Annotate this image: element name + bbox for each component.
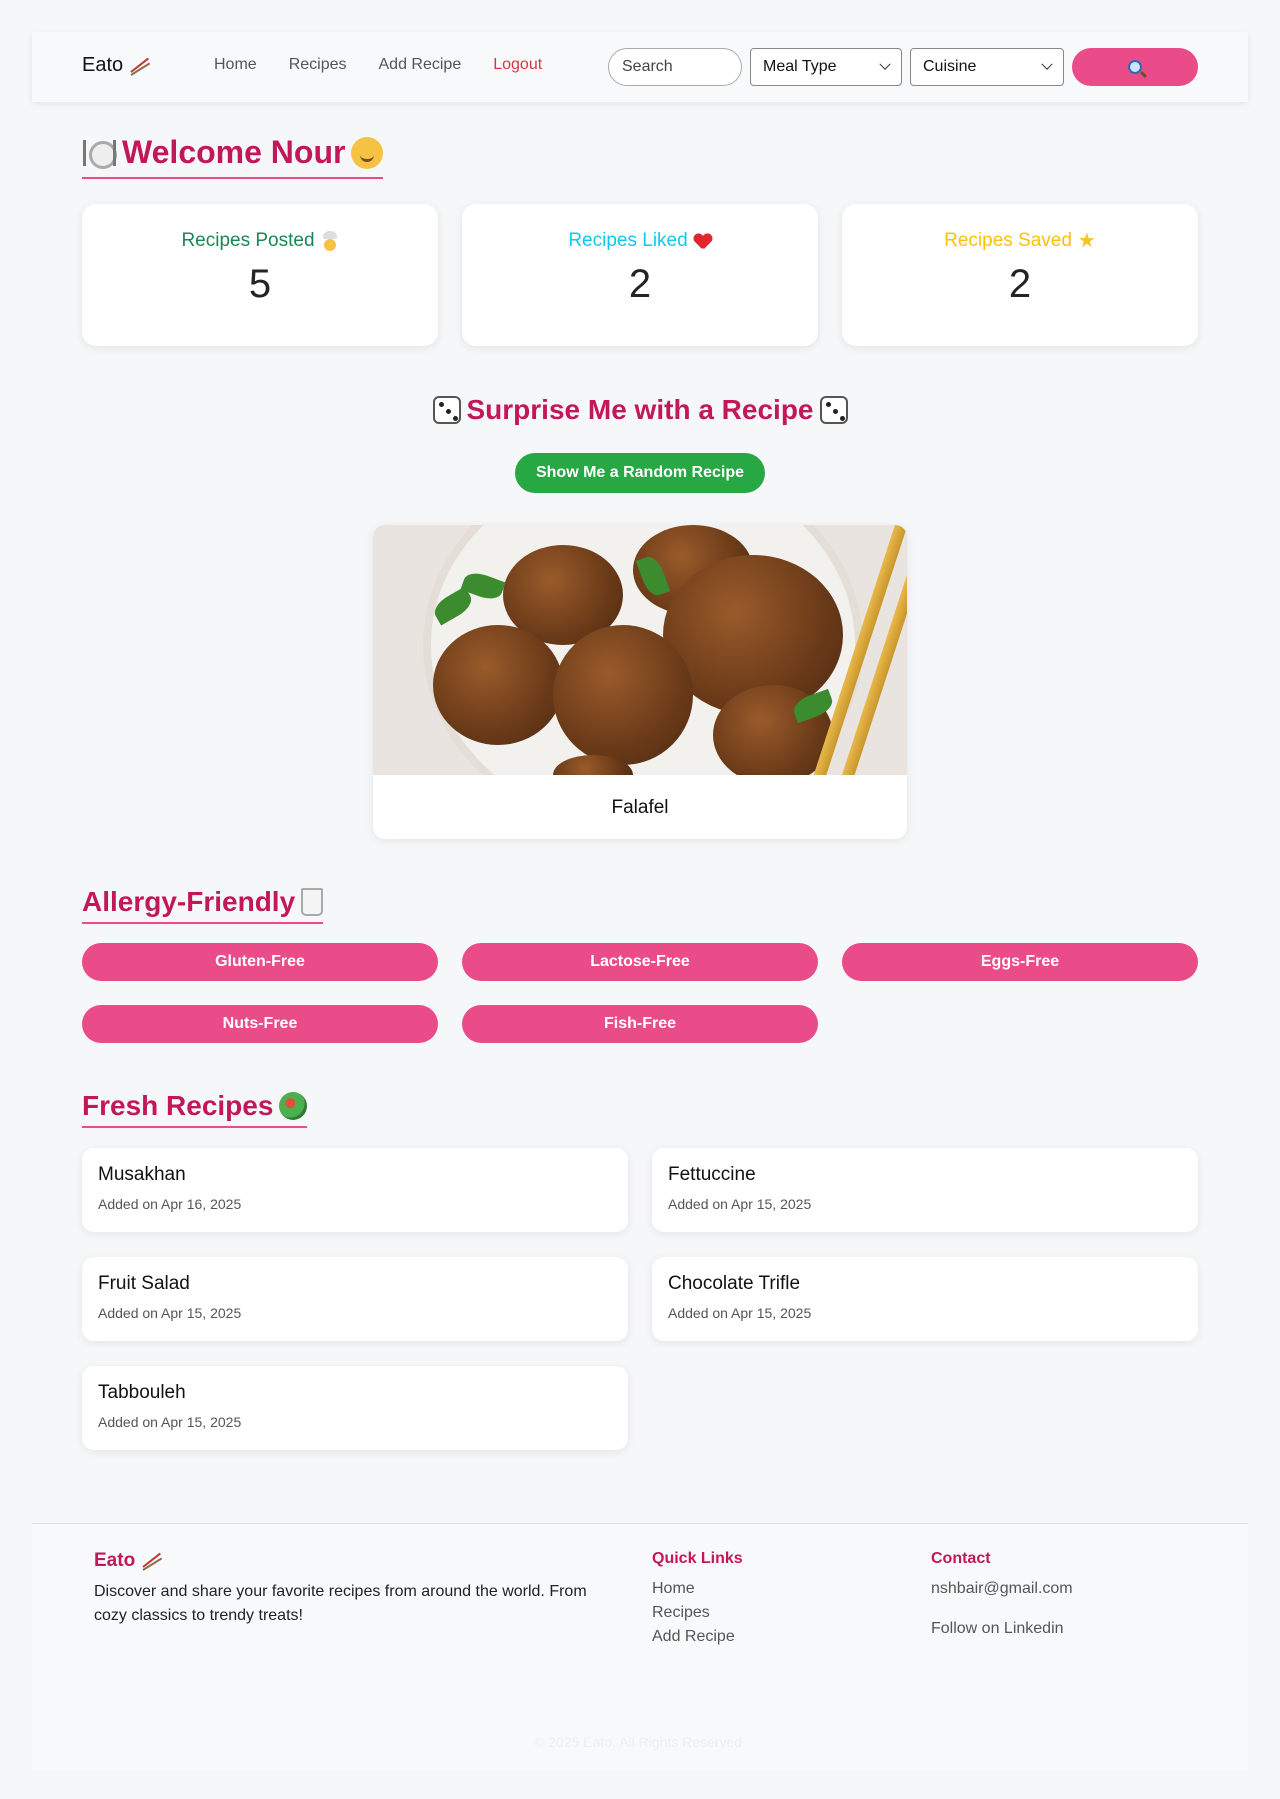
quick-links-heading: Quick Links	[652, 1550, 743, 1567]
allergy-pill-nuts-free[interactable]: Nuts-Free	[82, 1005, 438, 1043]
search-button[interactable]	[1072, 48, 1198, 86]
allergy-heading-text: Allergy-Friendly	[82, 886, 296, 917]
fresh-recipe-card[interactable]: Chocolate Trifle Added on Apr 15, 2025	[652, 1257, 1198, 1341]
linkedin-link[interactable]: Follow on Linkedin	[931, 1620, 1064, 1638]
cuisine-select[interactable]: Cuisine	[910, 48, 1064, 86]
recipe-date: Added on Apr 16, 2025	[98, 1196, 242, 1212]
meal-type-select[interactable]: Meal Type	[750, 48, 902, 86]
random-recipe-button[interactable]: Show Me a Random Recipe	[515, 453, 765, 493]
contact-heading: Contact	[931, 1550, 991, 1567]
contact-email[interactable]: nshbair@gmail.com	[931, 1580, 1073, 1598]
recipe-date: Added on Apr 15, 2025	[98, 1414, 242, 1430]
footer-brand: Eato	[94, 1550, 163, 1572]
footer: Eato Discover and share your favorite re…	[32, 1523, 1248, 1769]
fresh-recipe-card[interactable]: Tabbouleh Added on Apr 15, 2025	[82, 1366, 628, 1450]
footer-link-recipes[interactable]: Recipes	[652, 1604, 710, 1622]
plate-cutlery-icon	[82, 138, 117, 169]
random-recipe-card[interactable]: Falafel	[373, 525, 907, 839]
star-icon: ★	[1077, 230, 1096, 252]
nav-link-home[interactable]: Home	[214, 56, 257, 74]
fresh-recipes-heading: Fresh Recipes	[82, 1090, 308, 1128]
dice-icon	[819, 396, 848, 424]
recipe-name: Fettuccine	[668, 1164, 756, 1185]
stat-card-posted: Recipes Posted 5	[82, 204, 438, 346]
search-input[interactable]	[608, 48, 742, 86]
stat-label: Recipes Posted	[181, 230, 315, 251]
allergy-heading: Allergy-Friendly	[82, 886, 324, 924]
random-recipe-title: Falafel	[611, 797, 669, 818]
allergy-pill-lactose-free[interactable]: Lactose-Free	[462, 943, 818, 981]
fresh-recipe-card[interactable]: Fruit Salad Added on Apr 15, 2025	[82, 1257, 628, 1341]
footer-description: Discover and share your favorite recipes…	[94, 1583, 587, 1624]
brand-name: Eato	[82, 54, 124, 76]
footer-link-add-recipe[interactable]: Add Recipe	[652, 1628, 735, 1646]
welcome-text: Welcome Nour	[122, 134, 346, 170]
recipe-name: Fruit Salad	[98, 1273, 190, 1294]
allergy-pill-eggs-free[interactable]: Eggs-Free	[842, 943, 1198, 981]
salad-icon	[279, 1092, 308, 1120]
copyright: © 2025 Eato. All Rights Reserved.	[534, 1734, 746, 1750]
nav-link-logout[interactable]: Logout	[493, 56, 542, 74]
dice-icon	[432, 396, 461, 424]
milk-glass-icon	[301, 888, 324, 916]
meal-type-value: Meal Type	[763, 58, 837, 75]
surprise-text: Surprise Me with a Recipe	[466, 394, 814, 425]
fresh-heading-text: Fresh Recipes	[82, 1090, 274, 1121]
recipe-date: Added on Apr 15, 2025	[98, 1305, 242, 1321]
chopsticks-icon	[141, 1551, 163, 1571]
stat-card-saved: Recipes Saved ★ 2	[842, 204, 1198, 346]
footer-brand-name: Eato	[94, 1550, 136, 1571]
brand-logo[interactable]: Eato	[82, 54, 151, 77]
nav-link-add-recipe[interactable]: Add Recipe	[379, 56, 462, 74]
stat-value: 2	[1008, 262, 1032, 306]
welcome-heading: Welcome Nour	[82, 134, 384, 179]
recipe-name: Musakhan	[98, 1164, 186, 1185]
footer-link-home[interactable]: Home	[652, 1580, 695, 1598]
recipe-date: Added on Apr 15, 2025	[668, 1305, 812, 1321]
falafel-image	[373, 525, 907, 775]
recipe-name: Chocolate Trifle	[668, 1273, 801, 1294]
nav-link-recipes[interactable]: Recipes	[289, 56, 347, 74]
stat-card-liked: Recipes Liked 2	[462, 204, 818, 346]
stat-label: Recipes Liked	[568, 230, 688, 251]
chevron-down-icon	[879, 58, 891, 70]
fresh-recipe-card[interactable]: Musakhan Added on Apr 16, 2025	[82, 1148, 628, 1232]
stat-value: 2	[628, 262, 652, 306]
recipe-name: Tabbouleh	[98, 1382, 186, 1403]
allergy-pill-gluten-free[interactable]: Gluten-Free	[82, 943, 438, 981]
navbar: Eato Home Recipes Add Recipe Logout Meal…	[32, 32, 1248, 102]
allergy-pill-fish-free[interactable]: Fish-Free	[462, 1005, 818, 1043]
stat-value: 5	[248, 262, 272, 306]
chevron-down-icon	[1041, 58, 1053, 70]
cuisine-value: Cuisine	[923, 58, 977, 75]
recipe-date: Added on Apr 15, 2025	[668, 1196, 812, 1212]
heart-icon	[694, 232, 712, 250]
surprise-heading: Surprise Me with a Recipe	[0, 394, 1280, 426]
fresh-recipe-card[interactable]: Fettuccine Added on Apr 15, 2025	[652, 1148, 1198, 1232]
chopsticks-icon	[129, 56, 151, 76]
chef-icon	[321, 231, 339, 251]
magnifier-icon	[1128, 60, 1142, 74]
hugging-face-icon	[351, 136, 384, 169]
stat-label: Recipes Saved	[944, 230, 1072, 251]
nav-links: Home Recipes Add Recipe Logout	[214, 56, 542, 74]
